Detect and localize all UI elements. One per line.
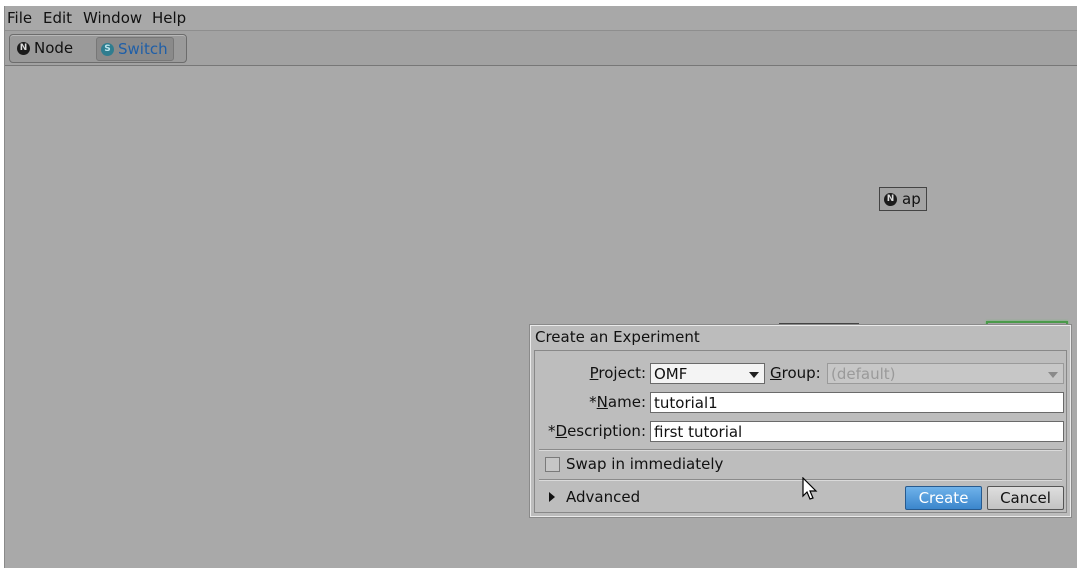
canvas-node-label: ap	[902, 190, 921, 208]
canvas-node-ap[interactable]: N ap	[879, 187, 927, 211]
description-field[interactable]: first tutorial	[650, 421, 1064, 442]
advanced-toggle[interactable]: Advanced	[566, 488, 640, 506]
create-experiment-dialog: Create an Experiment Project: OMF Group:…	[530, 325, 1071, 517]
dialog-title: Create an Experiment	[535, 328, 700, 346]
project-select[interactable]: OMF	[650, 363, 765, 384]
create-button[interactable]: Create	[905, 486, 982, 510]
menu-help[interactable]: Help	[152, 9, 186, 27]
palette-switch-button[interactable]: S Switch	[96, 37, 174, 61]
palette-node-label: Node	[34, 39, 74, 57]
dialog-body: Project: OMF Group: (default) *Name: tut…	[534, 350, 1067, 513]
toolbar: N Node S Switch	[5, 31, 1077, 66]
swap-label: Swap in immediately	[566, 455, 724, 473]
separator	[539, 449, 1062, 451]
group-label: Group:	[770, 364, 821, 382]
menu-file[interactable]: File	[7, 9, 32, 27]
menu-edit[interactable]: Edit	[43, 9, 72, 27]
name-label: *Name:	[589, 393, 646, 411]
node-icon: N	[17, 41, 30, 55]
description-field-value: first tutorial	[654, 423, 743, 441]
group-select-value: (default)	[831, 365, 896, 383]
project-select-value: OMF	[654, 365, 688, 383]
description-label: *Description:	[548, 422, 646, 440]
cancel-button[interactable]: Cancel	[987, 486, 1064, 510]
separator	[539, 479, 1062, 481]
mouse-pointer-icon	[802, 477, 818, 500]
project-label: Project:	[589, 364, 646, 382]
menu-window[interactable]: Window	[83, 9, 142, 27]
group-select[interactable]: (default)	[827, 363, 1064, 384]
name-field[interactable]: tutorial1	[650, 392, 1064, 413]
palette-node-button[interactable]: N Node	[13, 37, 78, 59]
switch-icon: S	[101, 42, 114, 56]
node-icon: N	[884, 192, 897, 206]
chevron-down-icon	[749, 372, 759, 378]
name-field-value: tutorial1	[654, 394, 718, 412]
node-palette: N Node S Switch	[9, 34, 187, 63]
menubar: File Edit Window Help	[5, 6, 1077, 31]
palette-switch-label: Switch	[118, 40, 168, 58]
swap-checkbox[interactable]	[545, 457, 560, 472]
expand-triangle-icon[interactable]	[549, 492, 555, 502]
chevron-down-icon	[1048, 372, 1058, 378]
